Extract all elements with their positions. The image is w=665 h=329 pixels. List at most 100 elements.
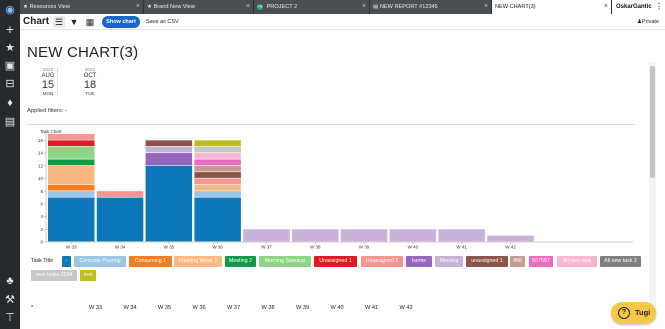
bar-segment xyxy=(243,229,290,242)
table-column-header[interactable]: W 33 xyxy=(89,305,102,311)
table-column-header[interactable]: W 35 xyxy=(158,305,171,311)
tab-label: NEW REPORT #12345 xyxy=(379,4,438,10)
calendar-icon[interactable]: ▦ xyxy=(84,16,96,28)
start-weekday: MON xyxy=(42,91,54,96)
legend-item[interactable]: Meeting 2 xyxy=(225,256,256,267)
close-icon[interactable]: × xyxy=(484,0,488,14)
bar-segment xyxy=(48,165,95,185)
x-tick-label: W 40 xyxy=(408,245,419,250)
legend-item[interactable]: All new task xyxy=(557,256,597,267)
table-column-header[interactable]: W 36 xyxy=(193,305,206,311)
table-column-header[interactable]: W 39 xyxy=(296,305,309,311)
legend-item[interactable]: Unassigned 1 xyxy=(314,256,357,267)
legend-item[interactable]: 567567 xyxy=(529,256,553,267)
legend-item[interactable]: - xyxy=(62,256,71,267)
scrollbar-thumb[interactable] xyxy=(650,66,655,178)
legend-item[interactable]: Meeting xyxy=(435,256,463,267)
legend-title: Task Title xyxy=(31,258,54,264)
bar-segment xyxy=(487,235,534,242)
user-menu[interactable]: OskarGantic ⋮ xyxy=(612,0,665,14)
legend-item[interactable]: new tasks 3234 xyxy=(31,270,77,281)
task-chart: 0 2 4 6 8 10 12 14 16 W 33 W 34 W 35 W 36 W 37 W 38 W 3… xyxy=(38,132,633,250)
legend-item[interactable]: All new task 2 xyxy=(600,256,641,267)
bar-segment xyxy=(194,146,241,153)
tab-label: Resources View xyxy=(29,4,70,10)
x-tick-label: W 36 xyxy=(212,245,223,250)
save-csv-button[interactable]: Save as CSV xyxy=(146,16,179,28)
tab-new-chart[interactable]: NEW CHART(3) × xyxy=(492,0,612,14)
legend-item[interactable]: Iseme xyxy=(406,256,432,267)
applied-filters: Applied filters: - xyxy=(27,108,67,114)
checklist-icon[interactable]: ▤ xyxy=(3,115,17,129)
legend-item[interactable]: unassigned 1 xyxy=(466,256,508,267)
page-title: NEW CHART(3) xyxy=(27,44,139,61)
table-column-header[interactable]: W 42 xyxy=(400,305,413,311)
star-icon: ★ xyxy=(23,4,29,10)
x-tick-label: W 42 xyxy=(505,245,516,250)
legend-item[interactable]: Framing Week 1 xyxy=(174,256,222,267)
private-toggle[interactable]: ♟Private xyxy=(637,16,659,28)
table-header: * W 33 W 34 W 35 W 36 W 37 W 38 W 39 W 40 W 41 W 4… xyxy=(27,305,587,315)
close-icon[interactable]: × xyxy=(362,0,366,14)
help-label: Tugi xyxy=(635,308,651,317)
tab-label: PROJECT 2 xyxy=(266,4,298,10)
bar-segment xyxy=(48,159,95,166)
hamburger-icon[interactable]: ☰ xyxy=(53,16,65,28)
end-day: 18 xyxy=(83,79,97,91)
inbox-icon[interactable]: ⊟ xyxy=(3,77,17,91)
close-icon[interactable]: × xyxy=(136,0,140,14)
tab-brand-new-view[interactable]: ★ Brand New View × xyxy=(144,0,254,14)
star-icon: ★ xyxy=(147,4,153,10)
paint-roller-icon[interactable]: ⊤ xyxy=(3,311,17,325)
table-column-header[interactable]: W 40 xyxy=(331,305,344,311)
bar-segment xyxy=(48,140,95,147)
legend-item[interactable]: test xyxy=(80,270,96,281)
tab-resources-view[interactable]: ★ Resources View × xyxy=(20,0,144,14)
legend-item[interactable]: Morning Standup xyxy=(259,256,311,267)
legend-item[interactable]: Concrete Pouring xyxy=(74,256,126,267)
bar-segment xyxy=(340,229,388,242)
x-tick-label: W 41 xyxy=(456,245,467,250)
start-date[interactable]: 2022 AUG 15 MON xyxy=(33,67,63,96)
y-tick-label: 8 xyxy=(40,189,43,194)
bar-segment xyxy=(48,146,95,159)
legend-item[interactable]: 456 xyxy=(510,256,525,267)
tab-bar: ★ Resources View × ★ Brand New View × PR… xyxy=(20,0,665,14)
bar-segment xyxy=(194,178,241,185)
end-date[interactable]: 2022 OCT 18 TUE xyxy=(75,67,105,96)
table-column-header[interactable]: W 37 xyxy=(227,305,240,311)
star-icon[interactable]: ★ xyxy=(3,41,17,55)
x-tick-label: W 37 xyxy=(261,245,272,250)
drop-icon[interactable]: ♦ xyxy=(3,96,17,110)
legend-item[interactable]: Unassigned 2 xyxy=(361,256,403,267)
close-icon[interactable]: × xyxy=(246,0,250,14)
save-icon[interactable]: ▣ xyxy=(3,59,17,73)
bar-segment xyxy=(194,191,241,197)
bar-segment xyxy=(292,229,339,242)
bar-segment xyxy=(96,191,144,197)
legend-item[interactable]: Consuming 1 xyxy=(129,256,172,267)
filter-icon[interactable]: ▼ xyxy=(68,16,80,28)
y-tick-label: 14 xyxy=(38,151,44,156)
add-icon[interactable]: + xyxy=(3,22,17,36)
bar-segment xyxy=(194,197,241,242)
close-icon[interactable]: × xyxy=(604,0,608,14)
wrench-icon[interactable]: ⚒ xyxy=(3,293,17,307)
more-vertical-icon[interactable]: ⋮ xyxy=(655,0,663,14)
table-column-header[interactable]: W 41 xyxy=(365,305,378,311)
help-button[interactable]: ? Tugi xyxy=(611,302,656,324)
x-tick-label: W 34 xyxy=(115,245,126,250)
x-tick-label: W 39 xyxy=(359,245,370,250)
bar-segment xyxy=(194,159,241,166)
bar-segment xyxy=(145,165,193,242)
y-tick-label: 4 xyxy=(40,214,43,219)
end-weekday: TUE xyxy=(85,91,95,96)
app-logo-icon[interactable]: ◉ xyxy=(3,3,17,17)
table-column-header[interactable]: W 34 xyxy=(124,305,137,311)
show-chart-button[interactable]: Show chart xyxy=(102,16,140,28)
tab-new-report[interactable]: ▤ NEW REPORT #12345 × xyxy=(370,0,492,14)
tab-project-2[interactable]: PR PROJECT 2 × xyxy=(254,0,370,14)
org-chart-icon[interactable]: ♣ xyxy=(3,274,17,288)
y-tick-label: 0 xyxy=(40,240,43,245)
table-column-header[interactable]: W 38 xyxy=(262,305,275,311)
